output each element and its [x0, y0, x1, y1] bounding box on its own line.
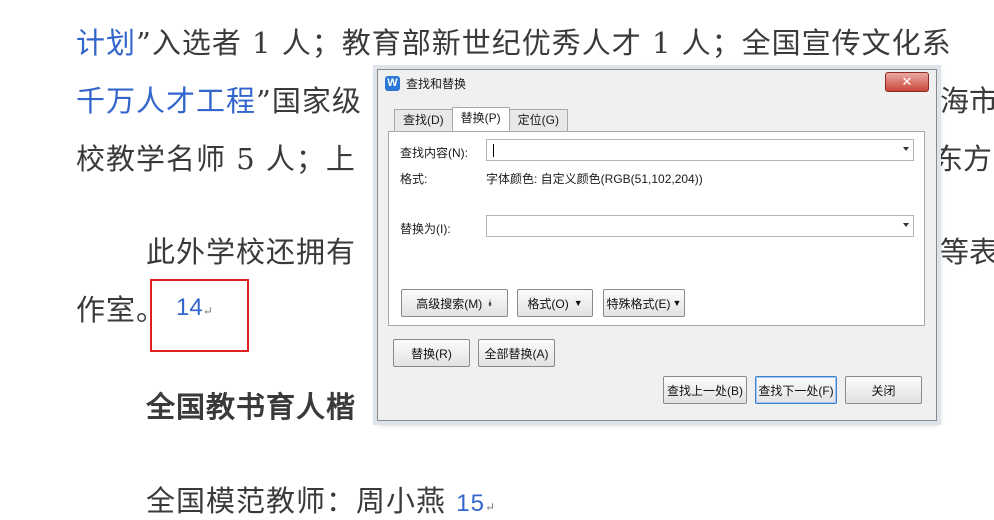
- tab-bar: 查找(D) 替换(P) 定位(G): [394, 107, 568, 131]
- replace-button[interactable]: 替换(R): [393, 339, 470, 367]
- doc-text-right: 海市: [940, 84, 994, 118]
- advanced-search-label: 高级搜索(M): [416, 296, 483, 311]
- special-format-dropdown-button[interactable]: 特殊格式(E) ▼: [603, 289, 685, 317]
- replace-input[interactable]: [486, 215, 914, 237]
- tab-find[interactable]: 查找(D): [394, 109, 453, 131]
- doc-text-right: 等表演: [940, 235, 994, 269]
- replace-all-button[interactable]: 全部替换(A): [478, 339, 555, 367]
- caret-down-icon: ▼: [573, 298, 583, 308]
- replace-tab-panel: 查找内容(N): 格式: 字体颜色: 自定义颜色(RGB(51,102,204)…: [388, 131, 925, 326]
- chevron-down-icon[interactable]: [903, 147, 909, 151]
- paragraph-mark: ↵: [484, 500, 496, 514]
- close-button[interactable]: 关闭: [845, 376, 922, 404]
- find-previous-button[interactable]: 查找上一处(B): [663, 376, 747, 404]
- doc-line-7: 全国模范教师：周小燕 15↵: [146, 478, 496, 520]
- find-label: 查找内容(N):: [400, 146, 468, 160]
- doc-line-1: 计划”入选者 1 人；教育部新世纪优秀人才 1 人；全国宣传文化系: [76, 20, 952, 62]
- find-replace-dialog: W 查找和替换 ✕ 查找(D) 替换(P) 定位(G) 查找内容(N): 格式:…: [377, 69, 937, 421]
- special-format-label: 特殊格式(E): [606, 296, 671, 311]
- dialog-titlebar[interactable]: W 查找和替换: [378, 70, 936, 96]
- highlight-box: [150, 279, 249, 352]
- double-chevron-down-icon: ⯯: [487, 297, 493, 308]
- doc-line-4: 此外学校还拥有: [146, 229, 356, 271]
- doc-text: ”国家级: [256, 84, 362, 118]
- doc-text: 校教学名师 5 人；上: [76, 142, 356, 176]
- doc-line-2: 千万人才工程”国家级: [76, 78, 362, 120]
- replace-label: 替换为(I):: [400, 222, 451, 236]
- doc-heading: 全国教书育人楷: [146, 390, 357, 424]
- format-button-label: 格式(O): [527, 296, 569, 311]
- close-icon[interactable]: ✕: [885, 72, 929, 92]
- doc-link-text: 计划: [76, 26, 137, 60]
- text-cursor: [493, 144, 494, 157]
- doc-line-3: 校教学名师 5 人；上: [76, 136, 356, 178]
- wps-writer-icon: W: [385, 75, 400, 91]
- format-label: 格式:: [400, 172, 428, 186]
- doc-line-6: 全国教书育人楷: [146, 384, 356, 426]
- chevron-down-icon[interactable]: [903, 223, 909, 227]
- format-dropdown-button[interactable]: 格式(O) ▼: [517, 289, 593, 317]
- advanced-search-button[interactable]: 高级搜索(M) ⯯: [401, 289, 508, 317]
- caret-down-icon: ▼: [672, 298, 682, 308]
- find-next-button[interactable]: 查找下一处(F): [755, 376, 837, 404]
- doc-link-text: 千万人才工程: [76, 84, 257, 118]
- doc-text-right: 东方: [934, 142, 993, 176]
- doc-text: 此外学校还拥有: [146, 235, 357, 269]
- footnote-number: 15: [456, 490, 485, 517]
- doc-text: 全国模范教师：周小燕: [146, 484, 447, 518]
- format-value: 字体颜色: 自定义颜色(RGB(51,102,204)): [486, 172, 703, 186]
- tab-goto[interactable]: 定位(G): [508, 109, 568, 131]
- find-input[interactable]: [486, 139, 914, 161]
- dialog-title: 查找和替换: [406, 76, 467, 91]
- tab-replace[interactable]: 替换(P): [451, 107, 510, 131]
- doc-text: ”入选者 1 人；教育部新世纪优秀人才 1 人；全国宣传文化系: [136, 26, 952, 60]
